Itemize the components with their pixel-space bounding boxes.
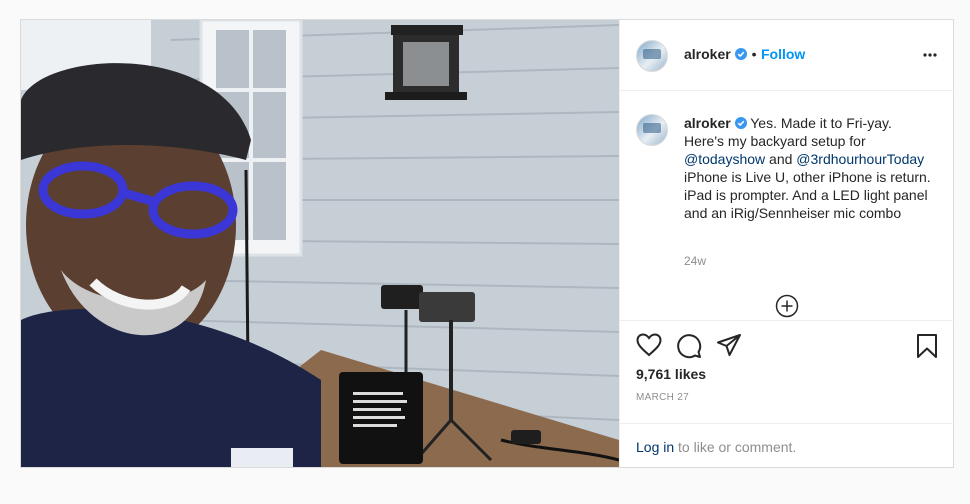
verified-badge-icon (735, 48, 748, 60)
more-options-icon[interactable] (922, 46, 938, 64)
heart-icon[interactable] (636, 333, 662, 357)
login-prompt-text: to like or comment. (678, 439, 797, 455)
post-card: alroker • Follow alroker Yes. Made it to… (20, 19, 954, 468)
post-date[interactable]: MARCH 27 (636, 392, 689, 403)
mention-3rdhourhourtoday[interactable]: @3rdhourhourToday (796, 151, 924, 167)
post-caption: alroker Yes. Made it to Fri-yay. Here's … (684, 114, 934, 222)
follow-button[interactable]: Follow (761, 46, 805, 62)
comment-icon[interactable] (676, 333, 702, 359)
caption-text-2: and (769, 151, 793, 167)
caption-timestamp[interactable]: 24w (684, 254, 706, 268)
post-photo[interactable] (21, 20, 619, 467)
caption-avatar[interactable] (636, 114, 668, 146)
login-prompt: Log in to like or comment. (620, 423, 954, 468)
header-user-line: alroker • Follow (684, 46, 805, 64)
username-link[interactable]: alroker (684, 46, 731, 62)
separator-dot: • (751, 46, 757, 62)
post-header: alroker • Follow (620, 20, 954, 91)
post-actions: 9,761 likes MARCH 27 Log in to like or c… (620, 320, 954, 467)
post-sidebar: alroker • Follow alroker Yes. Made it to… (619, 20, 954, 467)
caption-text-3: iPhone is Live U, other iPhone is return… (684, 169, 931, 221)
share-icon[interactable] (716, 333, 742, 357)
photo-illustration (21, 20, 619, 467)
caption-username-link[interactable]: alroker (684, 115, 731, 131)
verified-badge-icon (734, 117, 747, 129)
likes-count[interactable]: 9,761 likes (636, 366, 706, 382)
login-link[interactable]: Log in (636, 439, 674, 455)
avatar[interactable] (636, 40, 668, 72)
add-comment-icon[interactable] (775, 294, 799, 318)
bookmark-icon[interactable] (916, 333, 938, 359)
mention-todayshow[interactable]: @todayshow (684, 151, 765, 167)
